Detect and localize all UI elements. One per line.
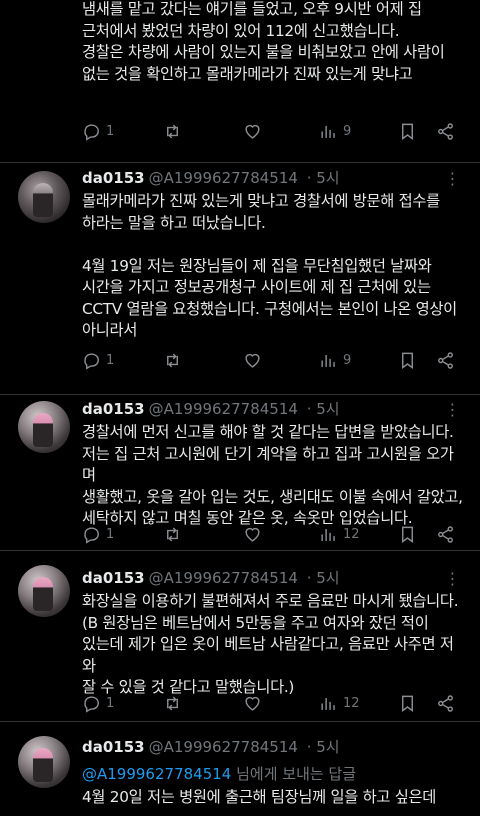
- display-name[interactable]: da0153: [82, 169, 145, 187]
- reply-button[interactable]: 1: [82, 690, 114, 716]
- retweet-icon: [167, 124, 178, 138]
- tweet-text: 화장실을 이용하기 불편해져서 주로 음료만 마시게 됐습니다. (B 원장님은…: [82, 592, 459, 696]
- reply-count: 1: [106, 352, 115, 368]
- share-icon: [438, 122, 453, 140]
- views-icon: [321, 697, 335, 710]
- bookmark-button[interactable]: [398, 347, 417, 373]
- tweet[interactable]: da0153 @A1999627784514 · 5시 @A19996277845…: [0, 722, 480, 816]
- views-count: 9: [343, 352, 352, 368]
- bookmark-icon: [402, 123, 413, 140]
- user-handle[interactable]: @A1999627784514: [149, 569, 298, 587]
- retweet-icon: [167, 527, 178, 541]
- views-count: 12: [343, 526, 360, 542]
- avatar[interactable]: [18, 171, 70, 223]
- avatar[interactable]: [18, 401, 70, 453]
- reply-icon: [84, 526, 99, 544]
- bookmark-icon: [402, 526, 413, 543]
- like-button[interactable]: [243, 690, 262, 716]
- reply-count: 1: [106, 526, 115, 542]
- tweet-text: 경찰서에 먼저 신고를 해야 할 것 같다는 답변을 받았습니다. 저는 집 근…: [82, 423, 463, 527]
- user-handle[interactable]: @A1999627784514: [149, 738, 298, 756]
- more-icon[interactable]: ⋮: [442, 169, 462, 189]
- more-icon[interactable]: ⋮: [442, 569, 462, 589]
- share-button[interactable]: [436, 521, 455, 547]
- views-button[interactable]: 12: [319, 690, 360, 716]
- views-button[interactable]: 9: [319, 118, 351, 144]
- timestamp[interactable]: · 5시: [307, 738, 340, 756]
- timestamp[interactable]: · 5시: [307, 169, 340, 187]
- share-button[interactable]: [436, 118, 455, 144]
- tweet[interactable]: 냄새를 맡고 갔다는 얘기를 들었고, 오후 9시반 어제 집 근처에서 봤었던…: [0, 0, 480, 162]
- share-button[interactable]: [436, 690, 455, 716]
- like-button[interactable]: [243, 118, 262, 144]
- tweet[interactable]: da0153 @A1999627784514 · 5시 ⋮ 경찰서에 먼저 신고를…: [0, 395, 480, 550]
- display-name[interactable]: da0153: [82, 400, 145, 418]
- heart-icon: [245, 124, 260, 139]
- tweet-actions: 1 12: [82, 690, 462, 716]
- tweet-text: 4월 20일 저는 병원에 출근해 팀장님께 일을 하고 싶은데: [82, 788, 437, 806]
- tweet-header: da0153 @A1999627784514 · 5시: [82, 169, 340, 187]
- share-button[interactable]: [436, 347, 455, 373]
- more-icon[interactable]: ⋮: [442, 400, 462, 420]
- retweet-icon: [167, 696, 178, 710]
- retweet-button[interactable]: [163, 521, 182, 547]
- display-name[interactable]: da0153: [82, 569, 145, 587]
- views-count: 9: [343, 123, 352, 139]
- heart-icon: [245, 696, 260, 711]
- tweet-text: 몰래카메라가 진짜 있는게 맞냐고 경찰서에 방문해 접수를 하라는 말을 하고…: [82, 192, 457, 339]
- reply-icon: [84, 123, 99, 141]
- tweet-actions: 1 9: [82, 347, 462, 373]
- reply-icon: [84, 695, 99, 713]
- views-count: 12: [343, 695, 360, 711]
- views-button[interactable]: 12: [319, 521, 360, 547]
- reply-icon: [84, 352, 99, 370]
- reply-context-label: 님에게 보내는 답글: [231, 765, 357, 783]
- user-handle[interactable]: @A1999627784514: [149, 400, 298, 418]
- bookmark-icon: [402, 695, 413, 712]
- retweet-button[interactable]: [163, 347, 182, 373]
- mention-link[interactable]: @A1999627784514: [82, 765, 231, 783]
- reply-button[interactable]: 1: [82, 118, 114, 144]
- retweet-button[interactable]: [163, 690, 182, 716]
- reply-count: 1: [106, 123, 115, 139]
- views-icon: [321, 125, 335, 138]
- views-icon: [321, 354, 335, 367]
- timestamp[interactable]: · 5시: [307, 400, 340, 418]
- share-icon: [438, 351, 453, 369]
- heart-icon: [245, 353, 260, 368]
- bookmark-button[interactable]: [398, 690, 417, 716]
- bookmark-icon: [402, 352, 413, 369]
- retweet-button[interactable]: [163, 118, 182, 144]
- timestamp[interactable]: · 5시: [307, 569, 340, 587]
- tweet-actions: 1 9: [82, 118, 462, 144]
- reply-button[interactable]: 1: [82, 521, 114, 547]
- display-name[interactable]: da0153: [82, 738, 145, 756]
- tweet-header: da0153 @A1999627784514 · 5시: [82, 569, 340, 587]
- avatar[interactable]: [18, 736, 70, 788]
- tweet-text: 냄새를 맡고 갔다는 얘기를 들었고, 오후 9시반 어제 집 근처에서 봤었던…: [82, 0, 445, 83]
- share-icon: [438, 694, 453, 712]
- views-icon: [321, 528, 335, 541]
- reply-context: @A1999627784514 님에게 보내는 답글: [82, 763, 356, 784]
- reply-count: 1: [106, 695, 115, 711]
- like-button[interactable]: [243, 521, 262, 547]
- share-icon: [438, 525, 453, 543]
- tweet-header: da0153 @A1999627784514 · 5시: [82, 400, 340, 418]
- retweet-icon: [167, 353, 178, 367]
- reply-button[interactable]: 1: [82, 347, 114, 373]
- tweet-actions: 1 12: [82, 521, 462, 547]
- user-handle[interactable]: @A1999627784514: [149, 169, 298, 187]
- like-button[interactable]: [243, 347, 262, 373]
- avatar[interactable]: [18, 565, 70, 617]
- views-button[interactable]: 9: [319, 347, 351, 373]
- heart-icon: [245, 527, 260, 542]
- bookmark-button[interactable]: [398, 521, 417, 547]
- tweet-header: da0153 @A1999627784514 · 5시: [82, 738, 340, 756]
- tweet[interactable]: da0153 @A1999627784514 · 5시 ⋮ 몰래카메라가 진짜 있…: [0, 163, 480, 394]
- tweet[interactable]: da0153 @A1999627784514 · 5시 ⋮ 화장실을 이용하기 불…: [0, 551, 480, 721]
- bookmark-button[interactable]: [398, 118, 417, 144]
